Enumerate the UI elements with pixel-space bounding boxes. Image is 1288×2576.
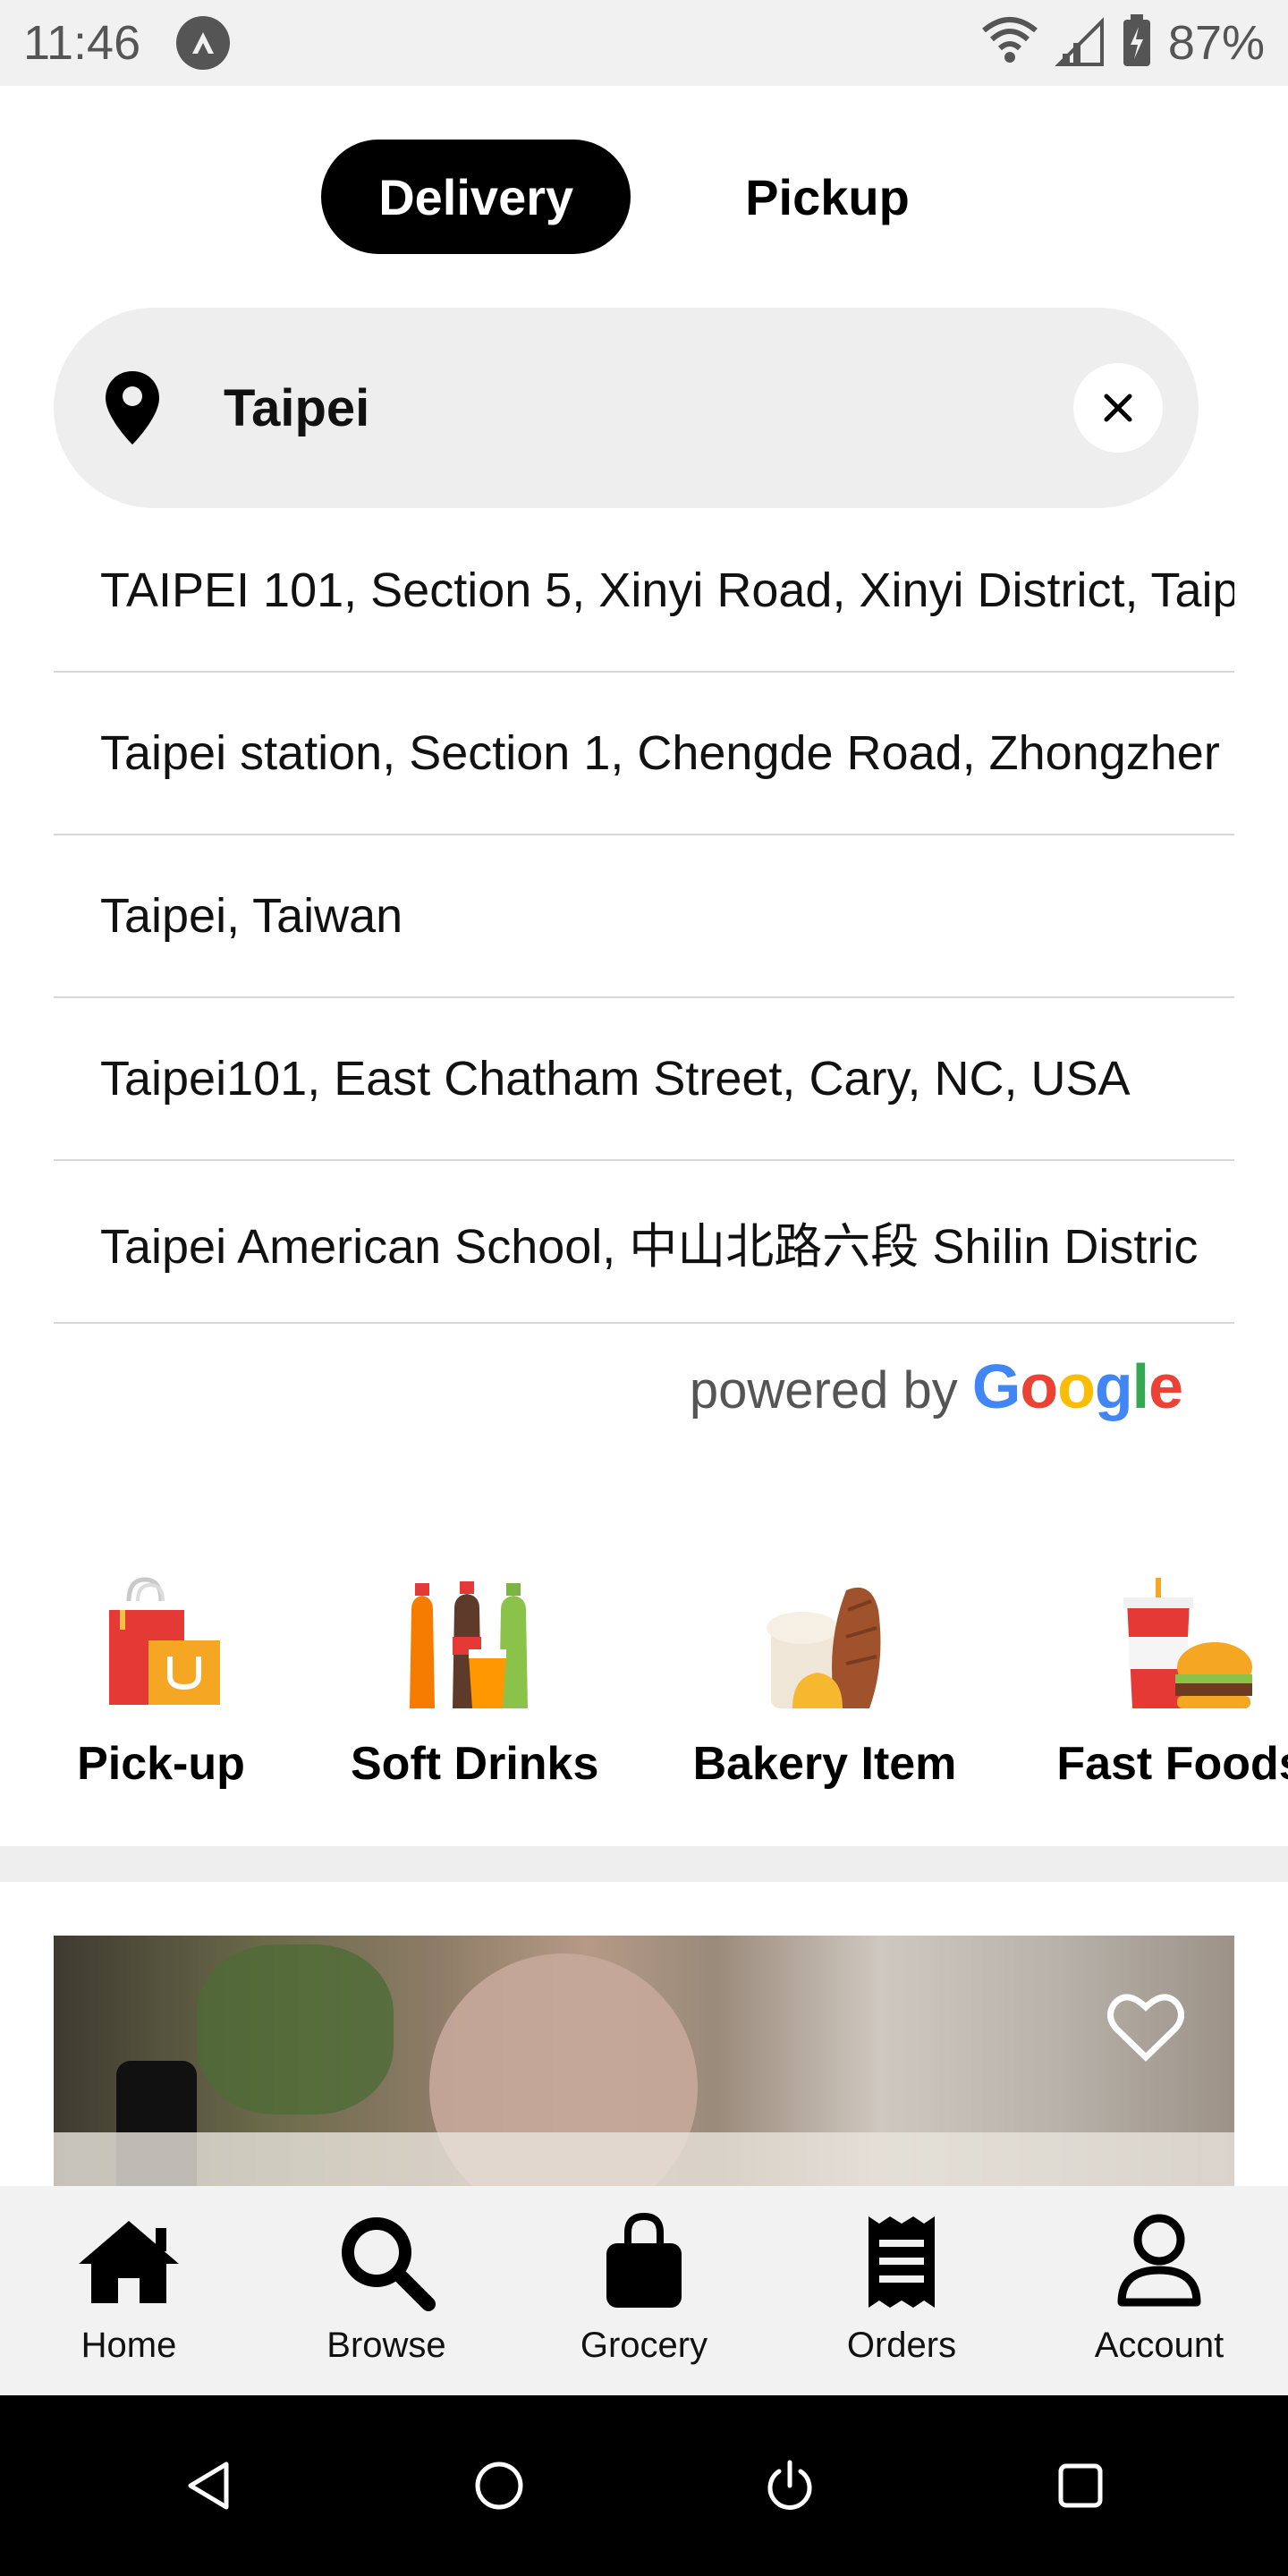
suggestion-item[interactable]: Taipei101, East Chatham Street, Cary, NC… (54, 998, 1234, 1161)
powered-by-text: powered by (689, 1361, 958, 1419)
close-icon (1104, 394, 1132, 422)
recents-icon[interactable] (1036, 2441, 1125, 2530)
status-time: 11:46 (23, 16, 141, 70)
suggestion-item[interactable]: TAIPEI 101, Section 5, Xinyi Road, Xinyi… (54, 510, 1234, 673)
location-search-bar[interactable] (54, 308, 1199, 508)
nav-label: Home (80, 2326, 177, 2365)
system-navigation-bar (0, 2395, 1288, 2576)
search-icon (333, 2213, 440, 2311)
category-row: Pick-up Soft Drinks Bakery Item Fast Foo… (0, 1574, 1288, 1807)
google-logo: Google (971, 1352, 1183, 1421)
powered-by-google: powered by Google (0, 1351, 1183, 1422)
category-label: Bakery Item (692, 1738, 957, 1790)
home-circle-icon[interactable] (454, 2441, 544, 2530)
battery-percentage: 87% (1167, 16, 1265, 70)
address-suggestions-list: TAIPEI 101, Section 5, Xinyi Road, Xinyi… (54, 510, 1234, 1324)
pickup-tab[interactable]: Pickup (688, 140, 967, 254)
location-pin-icon (100, 368, 165, 448)
shopping-bag-icon (590, 2213, 698, 2311)
delivery-pickup-toggle: Delivery Pickup (0, 140, 1288, 254)
burger-drink-icon (1109, 1574, 1252, 1717)
nav-label: Orders (846, 2326, 957, 2365)
home-icon (75, 2213, 182, 2311)
suggestion-item[interactable]: Taipei, Taiwan (54, 835, 1234, 998)
nav-label: Grocery (580, 2326, 708, 2365)
bottom-navigation: Home Browse Grocery Orders Account (0, 2186, 1288, 2395)
signal-icon (1055, 14, 1106, 72)
battery-icon (1122, 13, 1152, 72)
category-soft-drinks[interactable]: Soft Drinks (351, 1574, 599, 1791)
category-bakery-item[interactable]: Bakery Item (692, 1574, 957, 1791)
nav-browse[interactable]: Browse (258, 2186, 515, 2395)
suggestion-item[interactable]: Taipei American School, 中山北路六段 Shilin Di… (54, 1161, 1234, 1324)
nav-grocery[interactable]: Grocery (515, 2186, 773, 2395)
nav-home[interactable]: Home (0, 2186, 258, 2395)
nav-label: Browse (326, 2326, 446, 2365)
favorite-heart-icon[interactable] (1107, 1991, 1184, 2063)
suggestion-item[interactable]: Taipei station, Section 1, Chengde Road,… (54, 673, 1234, 835)
category-pick-up[interactable]: Pick-up (72, 1574, 250, 1791)
nav-label: Account (1094, 2326, 1224, 2365)
receipt-icon (848, 2213, 955, 2311)
clear-search-button[interactable] (1073, 363, 1163, 453)
app-notification-icon (176, 16, 231, 70)
section-divider (0, 1846, 1288, 1882)
delivery-tab[interactable]: Delivery (321, 140, 631, 254)
back-icon[interactable] (164, 2441, 253, 2530)
nav-account[interactable]: Account (1030, 2186, 1288, 2395)
bread-icon (753, 1574, 896, 1717)
power-icon[interactable] (745, 2441, 835, 2530)
category-fast-foods[interactable]: Fast Foods (1046, 1574, 1288, 1791)
category-label: Fast Foods (1056, 1738, 1288, 1790)
person-icon (1106, 2213, 1213, 2311)
shopping-bags-icon (89, 1574, 233, 1717)
category-label: Soft Drinks (351, 1738, 599, 1790)
wifi-icon (980, 14, 1039, 72)
restaurant-promo-image[interactable] (54, 1936, 1234, 2186)
status-bar: 11:46 87% (0, 0, 1288, 86)
soda-bottles-icon (402, 1574, 546, 1717)
category-label: Pick-up (77, 1738, 245, 1790)
location-search-input[interactable] (224, 377, 1073, 438)
nav-orders[interactable]: Orders (773, 2186, 1030, 2395)
